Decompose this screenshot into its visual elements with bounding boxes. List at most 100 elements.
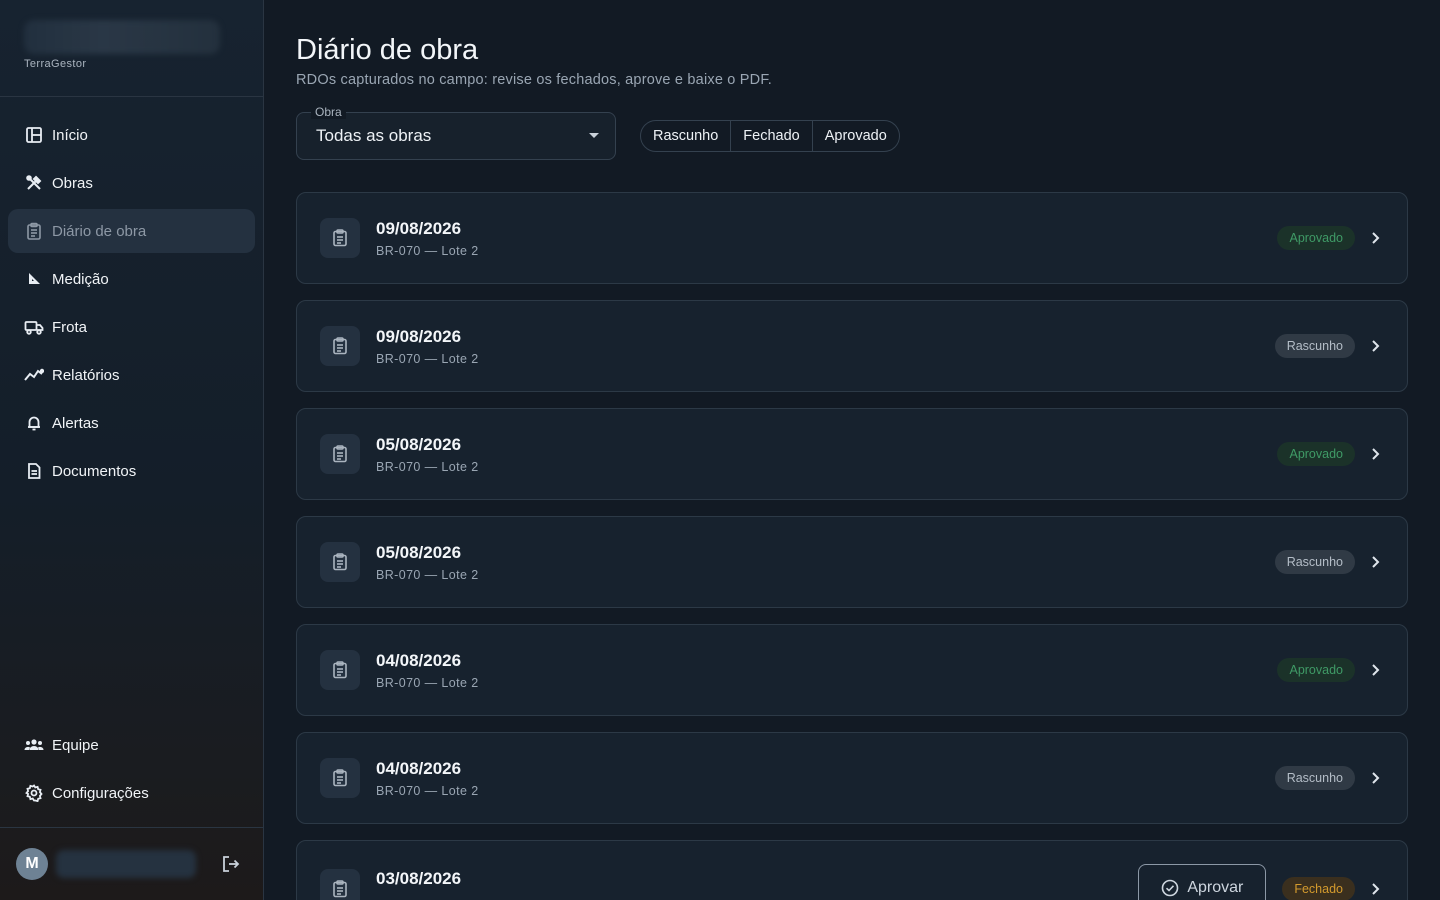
sidebar-item-label: Obras [52,174,93,192]
status-filter-rascunho[interactable]: Rascunho [641,121,732,151]
list-item[interactable]: 05/08/2026 BR-070 — Lote 2 Aprovado [296,408,1408,500]
clipboard-icon [320,758,360,798]
avatar[interactable]: M [16,848,48,880]
clipboard-icon [320,326,360,366]
main-content: Diário de obra RDOs capturados no campo:… [264,0,1440,900]
obra-select[interactable]: Obra Todas as obras [296,105,616,160]
entry-obra: BR-070 — Lote 2 [376,567,479,582]
status-filter-fechado[interactable]: Fechado [731,121,813,151]
sidebar-item-frota[interactable]: Frota [8,305,255,349]
status-filter-group: Rascunho Fechado Aprovado [640,120,900,152]
tools-icon [24,173,44,193]
sidebar-item-label: Alertas [52,414,99,432]
app: TerraGestor Início Obras Diário de obra [0,0,1440,900]
entry-date: 05/08/2026 [376,434,462,454]
sidebar-item-label: Medição [52,270,109,288]
entry-obra: BR-070 — Lote 2 [376,351,479,366]
sidebar-item-medicao[interactable]: Medição [8,257,255,301]
sidebar-item-label: Diário de obra [52,222,147,240]
card-text: 09/08/2026 BR-070 — Lote 2 [376,327,479,366]
sidebar-nav: Início Obras Diário de obra Medição Frot… [0,97,263,723]
entry-date: 04/08/2026 [376,650,462,670]
clipboard-icon [320,650,360,690]
card-text: 03/08/2026 [376,869,461,889]
sidebar-item-relatorios[interactable]: Relatórios [8,353,255,397]
approve-button[interactable]: Aprovar [1138,864,1267,900]
chart-icon [24,365,44,385]
chevron-right-icon [1367,338,1383,354]
dashboard-icon [24,125,44,145]
sidebar-item-documentos[interactable]: Documentos [8,449,255,493]
card-text: 09/08/2026 BR-070 — Lote 2 [376,219,479,258]
sidebar-item-label: Frota [52,318,88,336]
sidebar-item-obras[interactable]: Obras [8,161,255,205]
chevron-right-icon [1367,881,1383,897]
sidebar-item-label: Relatórios [52,366,120,384]
list-item[interactable]: 03/08/2026 Aprovar Fechado [296,840,1408,900]
logout-icon[interactable] [220,853,242,875]
ruler-icon [24,269,44,289]
clipboard-icon [320,869,360,900]
filters-bar: Obra Todas as obras Rascunho Fechado Apr… [296,105,1408,160]
status-badge: Aprovado [1277,442,1355,466]
entry-date: 04/08/2026 [376,758,462,778]
status-filter-aprovado[interactable]: Aprovado [813,121,899,151]
entry-obra: BR-070 — Lote 2 [376,243,479,258]
status-badge: Rascunho [1274,550,1355,574]
sidebar-item-diario-de-obra[interactable]: Diário de obra [8,209,255,253]
chevron-right-icon [1367,554,1383,570]
card-text: 04/08/2026 BR-070 — Lote 2 [376,759,479,798]
sidebar-bottom-nav: Equipe Configurações [0,723,263,827]
sidebar-item-label: Início [52,126,88,144]
rdo-list: 09/08/2026 BR-070 — Lote 2 Aprovado 09/0… [296,192,1408,900]
sidebar-item-inicio[interactable]: Início [8,113,255,157]
card-right: Aprovado [1277,625,1383,715]
sidebar-item-equipe[interactable]: Equipe [8,723,255,767]
card-text: 04/08/2026 BR-070 — Lote 2 [376,651,479,690]
status-badge: Aprovado [1277,658,1355,682]
clipboard-icon [320,434,360,474]
status-badge: Fechado [1282,877,1355,900]
brand-logo [24,20,220,54]
truck-icon [24,317,44,337]
list-item[interactable]: 05/08/2026 BR-070 — Lote 2 Rascunho [296,516,1408,608]
sidebar-item-label: Documentos [52,462,137,480]
team-icon [24,735,44,755]
entry-date: 09/08/2026 [376,326,462,346]
user-name [56,850,196,878]
clipboard-icon [320,218,360,258]
sidebar-item-configuracoes[interactable]: Configurações [8,771,255,815]
list-item[interactable]: 04/08/2026 BR-070 — Lote 2 Aprovado [296,624,1408,716]
entry-obra: BR-070 — Lote 2 [376,783,479,798]
entry-obra: BR-070 — Lote 2 [376,675,479,690]
list-item[interactable]: 09/08/2026 BR-070 — Lote 2 Aprovado [296,192,1408,284]
entry-obra: BR-070 — Lote 2 [376,459,479,474]
chevron-right-icon [1367,770,1383,786]
chevron-right-icon [1367,662,1383,678]
card-text: 05/08/2026 BR-070 — Lote 2 [376,543,479,582]
list-item[interactable]: 04/08/2026 BR-070 — Lote 2 Rascunho [296,732,1408,824]
clipboard-icon [24,221,44,241]
clipboard-icon [320,542,360,582]
obra-select-label: Obra [311,105,346,119]
list-item[interactable]: 09/08/2026 BR-070 — Lote 2 Rascunho [296,300,1408,392]
card-right: Aprovar Fechado [1138,864,1383,900]
brand-name: TerraGestor [24,58,87,70]
card-text: 05/08/2026 BR-070 — Lote 2 [376,435,479,474]
card-right: Rascunho [1274,517,1383,607]
sidebar-item-label: Equipe [52,736,99,754]
entry-date: 03/08/2026 [376,869,462,888]
card-right: Aprovado [1277,193,1383,283]
chevron-right-icon [1367,230,1383,246]
status-badge: Rascunho [1274,334,1355,358]
page-subtitle: RDOs capturados no campo: revise os fech… [296,72,773,88]
entry-date: 05/08/2026 [376,542,462,562]
sidebar: TerraGestor Início Obras Diário de obra [0,0,264,900]
card-right: Aprovado [1277,409,1383,499]
approve-button-label: Aprovar [1187,879,1244,896]
sidebar-item-alertas[interactable]: Alertas [8,401,255,445]
status-badge: Rascunho [1274,766,1355,790]
obra-select-value: Todas as obras [316,126,432,145]
user-area: M [0,827,263,900]
sidebar-item-label: Configurações [52,784,149,802]
